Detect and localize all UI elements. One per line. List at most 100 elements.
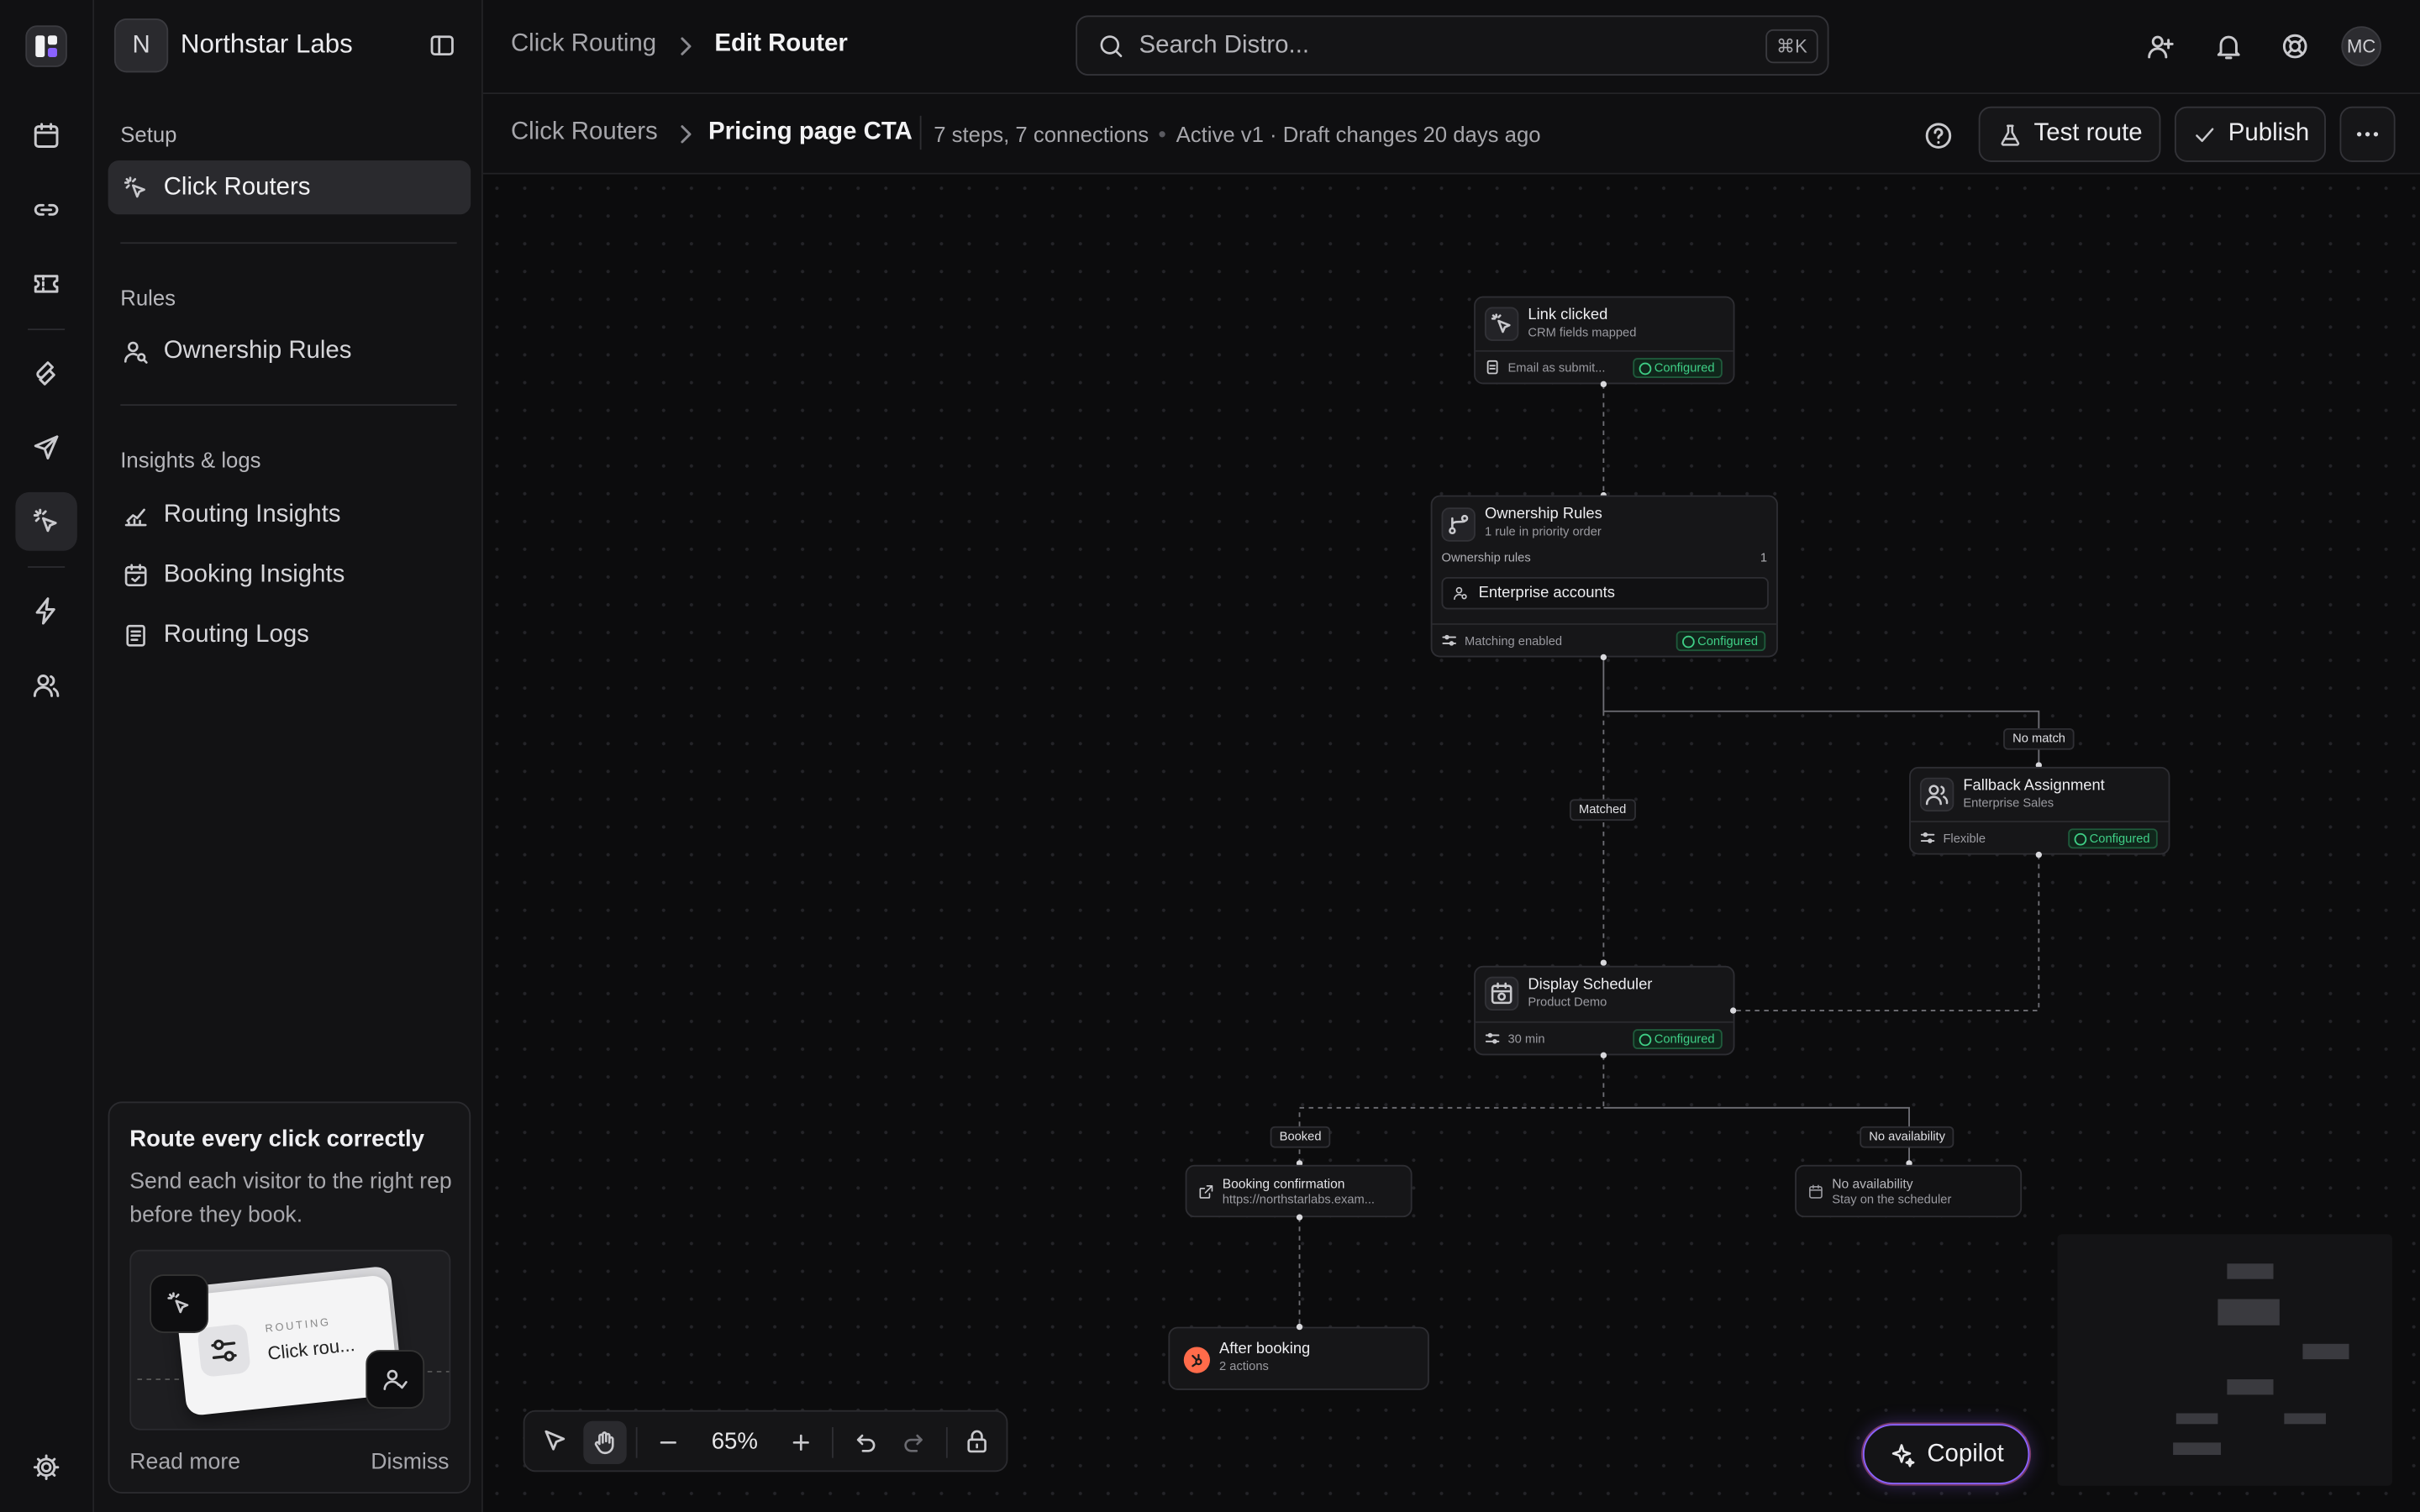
node-foot: Email as submit...	[1507, 360, 1606, 375]
invite-user-icon[interactable]	[2145, 31, 2176, 62]
search-input[interactable]: Search Distro...	[1139, 33, 1310, 60]
canvas-toolbar: 65%	[523, 1410, 1008, 1473]
hand-tool-icon[interactable]	[583, 1420, 627, 1465]
edge-no-match	[1602, 657, 2040, 764]
promo-title: Route every click correctly	[129, 1126, 424, 1153]
rules-count: 1	[1760, 550, 1768, 565]
chart-icon	[124, 507, 147, 526]
flow-canvas[interactable]: No match Matched Booked No availability …	[482, 174, 2420, 1512]
edge-label-booked: Booked	[1270, 1126, 1331, 1148]
copilot-button[interactable]: Copilot	[1862, 1424, 2030, 1484]
user-check-icon	[366, 1350, 425, 1409]
sidebar-item-booking-insights[interactable]: Booking Insights	[108, 548, 471, 601]
cursor-click-icon	[1484, 307, 1519, 341]
redo-icon[interactable]	[902, 1429, 929, 1457]
node-display-scheduler[interactable]: Display Scheduler Product Demo 30 min Co…	[1474, 965, 1735, 1056]
sidebar-toggle-icon[interactable]	[428, 31, 457, 60]
sidebar-item-label: Ownership Rules	[163, 337, 352, 364]
sliders-icon	[1442, 634, 1456, 646]
node-ownership-rules[interactable]: Ownership Rules 1 rule in priority order…	[1430, 495, 1778, 658]
link-icon[interactable]	[15, 181, 76, 239]
pointer-tool-icon[interactable]	[540, 1427, 570, 1457]
ticket-icon[interactable]	[15, 255, 76, 313]
bell-icon[interactable]	[2213, 31, 2244, 62]
sliders-icon	[1920, 832, 1935, 843]
node-title: After booking	[1219, 1341, 1311, 1358]
promo-body: Send each visitor to the right rep befor…	[129, 1169, 452, 1229]
node-title: Display Scheduler	[1528, 976, 1653, 994]
rules-section-label: Ownership rules	[1441, 550, 1531, 565]
help-circle-icon[interactable]	[1923, 120, 1954, 151]
search-bar[interactable]: Search Distro... ⌘K	[1076, 15, 1829, 76]
edge-booked	[1298, 1055, 1605, 1163]
calendar-icon	[1807, 1184, 1824, 1200]
node-after-booking[interactable]: After booking 2 actions	[1168, 1326, 1429, 1390]
promo-card-title: Click rou...	[266, 1333, 356, 1365]
router-name[interactable]: Pricing page CTA	[708, 118, 913, 146]
magnet-icon[interactable]	[15, 344, 76, 403]
users-icon[interactable]	[15, 656, 76, 715]
calendar-icon[interactable]	[15, 107, 76, 165]
document-icon	[1486, 360, 1498, 375]
undo-icon[interactable]	[850, 1429, 878, 1457]
top-header: Click Routing Edit Router Search Distro.…	[482, 0, 2420, 95]
node-fallback-assignment[interactable]: Fallback Assignment Enterprise Sales Fle…	[1909, 766, 2170, 855]
router-updated-meta: 20 days ago	[1423, 122, 1541, 147]
promo-read-more-link[interactable]: Read more	[129, 1451, 240, 1475]
app-logo-icon[interactable]	[15, 17, 76, 76]
promo-illustration: ROUTING Click rou...	[129, 1249, 451, 1431]
node-subtitle: Enterprise Sales	[1963, 795, 2054, 811]
node-no-availability[interactable]: No availability Stay on the scheduler	[1795, 1164, 2023, 1218]
minimap[interactable]	[2057, 1234, 2392, 1486]
section-label-insights: Insights & logs	[120, 447, 261, 473]
rule-item-enterprise[interactable]: Enterprise accounts	[1441, 576, 1769, 610]
node-subtitle: 1 rule in priority order	[1484, 524, 1602, 539]
test-route-label: Test route	[2033, 120, 2143, 147]
subcrumb-root[interactable]: Click Routers	[511, 118, 658, 146]
click-router-icon[interactable]	[15, 491, 77, 551]
lock-icon[interactable]	[963, 1427, 991, 1455]
breadcrumb-current: Edit Router	[714, 30, 848, 57]
status-badge: Configured	[1633, 358, 1723, 379]
promo-card: Route every click correctly Send each vi…	[108, 1101, 471, 1494]
zoom-level[interactable]: 65%	[712, 1429, 758, 1455]
workspace-avatar[interactable]: N	[113, 18, 169, 73]
node-link-clicked[interactable]: Link clicked CRM fields mapped Email as …	[1474, 296, 1735, 385]
help-lifebuoy-icon[interactable]	[2280, 31, 2311, 62]
promo-dismiss-button[interactable]: Dismiss	[371, 1451, 449, 1475]
user-search-icon	[124, 340, 148, 363]
workspace-name[interactable]: Northstar Labs	[181, 29, 353, 60]
sidebar-item-routing-logs[interactable]: Routing Logs	[108, 608, 471, 662]
sliders-icon	[1485, 1032, 1500, 1044]
send-icon[interactable]	[15, 418, 76, 477]
status-badge: Configured	[1633, 1029, 1723, 1049]
sidebar-item-label: Routing Insights	[163, 501, 341, 528]
user-avatar[interactable]: MC	[2341, 26, 2382, 66]
more-options-button[interactable]	[2339, 106, 2396, 162]
sidebar-item-routing-insights[interactable]: Routing Insights	[108, 487, 471, 541]
log-list-icon	[126, 623, 145, 646]
minimap-node	[2227, 1263, 2274, 1279]
edge-label-matched: Matched	[1569, 799, 1636, 822]
search-icon	[1097, 33, 1125, 60]
ellipsis-icon	[2356, 132, 2379, 137]
node-subtitle: CRM fields mapped	[1528, 325, 1637, 340]
zoom-in-icon[interactable]	[787, 1429, 815, 1457]
user-search-icon	[1454, 586, 1467, 601]
node-title: Fallback Assignment	[1963, 777, 2105, 795]
settings-gear-icon[interactable]	[15, 1438, 76, 1497]
breadcrumb-root[interactable]: Click Routing	[511, 31, 656, 59]
copilot-label: Copilot	[1927, 1440, 2004, 1467]
publish-button[interactable]: Publish	[2174, 106, 2326, 162]
lightning-icon[interactable]	[15, 581, 76, 640]
sidebar-item-label: Click Routers	[163, 173, 311, 200]
minimap-node	[2173, 1442, 2222, 1456]
minimap-node	[2217, 1299, 2280, 1326]
node-booking-confirmation[interactable]: Booking confirmation https://northstarla…	[1185, 1164, 1413, 1218]
sidebar-item-ownership-rules[interactable]: Ownership Rules	[108, 324, 471, 378]
sidebar: N Northstar Labs Setup Click Routers Rul…	[94, 0, 483, 1512]
test-route-button[interactable]: Test route	[1978, 106, 2161, 162]
zoom-out-icon[interactable]	[655, 1429, 682, 1457]
sidebar-item-click-routers[interactable]: Click Routers	[108, 160, 471, 215]
calendar-icon	[1484, 976, 1519, 1011]
